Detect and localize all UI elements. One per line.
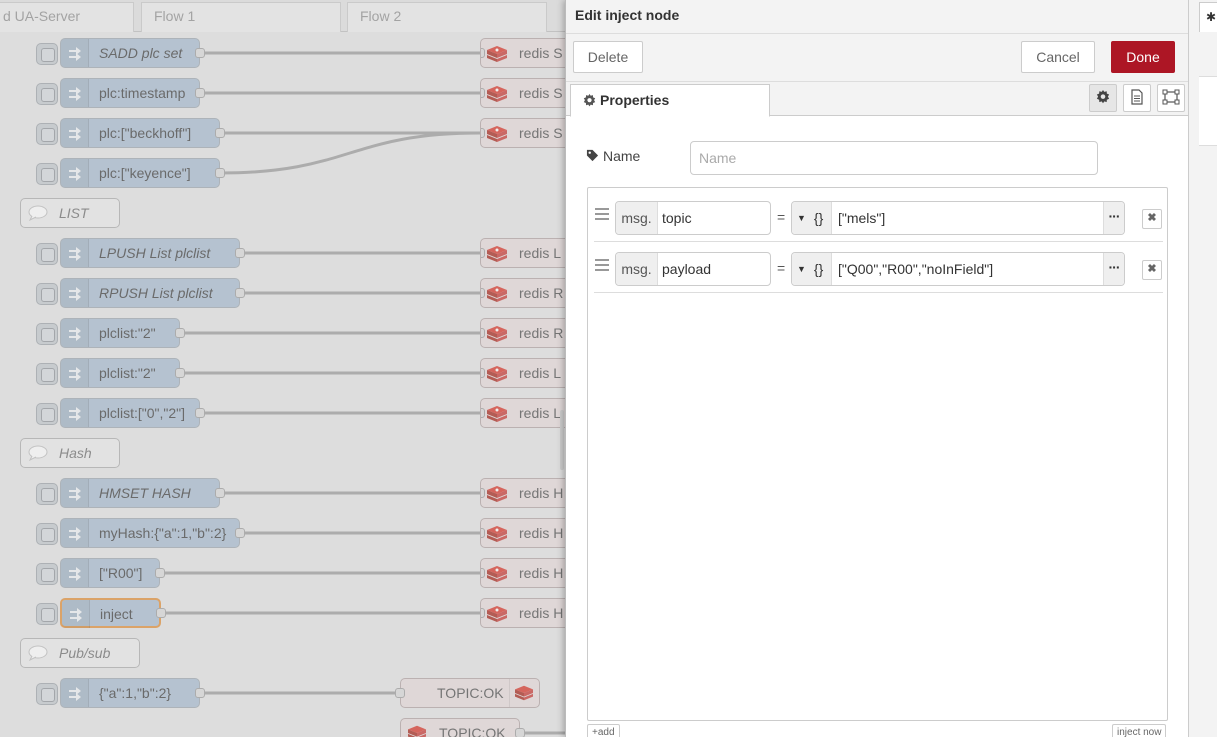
expand-editor-button[interactable]: ···: [1103, 202, 1124, 234]
tray-title: Edit inject node: [575, 7, 680, 23]
node-description-button[interactable]: [1123, 84, 1151, 112]
remove-property-button[interactable]: ✖: [1142, 209, 1162, 229]
close-icon: ✖: [1147, 212, 1157, 224]
property-row: msg. topic = ▼ {} ["mels"] ··· ✖: [594, 192, 1163, 242]
tray-toolbar: Delete Cancel Done: [566, 34, 1189, 82]
property-value-input[interactable]: ▼ {} ["mels"] ···: [791, 201, 1125, 235]
tab-properties[interactable]: Properties: [570, 84, 770, 117]
appearance-icon: [1162, 89, 1180, 108]
add-label: add: [597, 727, 615, 737]
msg-prefix: msg.: [616, 202, 658, 234]
gear-icon: [1096, 89, 1110, 107]
inject-now-button[interactable]: inject now: [1112, 724, 1167, 737]
caret-down-icon: ▼: [797, 264, 806, 274]
sidebar-tab[interactable]: ✱: [1199, 2, 1217, 32]
type-label: {}: [813, 261, 824, 277]
add-property-button[interactable]: +add: [587, 724, 620, 737]
msg-prefix: msg.: [616, 253, 658, 285]
node-settings-button[interactable]: [1089, 84, 1117, 112]
equals-sign: =: [777, 209, 786, 225]
workspace-overlay: [0, 0, 565, 737]
tab-properties-label: Properties: [600, 92, 670, 108]
name-label: Name: [603, 148, 641, 164]
panel-resize-handle[interactable]: [560, 410, 564, 470]
property-list: msg. topic = ▼ {} ["mels"] ··· ✖ msg. pay…: [587, 187, 1168, 721]
caret-down-icon: ▼: [797, 213, 806, 223]
property-value: ["mels"]: [838, 210, 886, 226]
tray-tabs: Properties: [566, 82, 1189, 117]
document-icon: [1130, 88, 1144, 108]
edit-tray: Edit inject node Delete Cancel Done Prop…: [565, 0, 1189, 737]
type-label: {}: [813, 210, 824, 226]
done-button[interactable]: Done: [1111, 41, 1175, 73]
flow-workspace[interactable]: d UA-Server Flow 1 Flow 2 SADD plc set p…: [0, 0, 565, 737]
name-field-label: Name: [586, 148, 640, 165]
right-sidebar: ✱ 11 m ": [1188, 0, 1217, 737]
tray-header: Edit inject node: [566, 0, 1189, 34]
property-key: topic: [662, 210, 692, 226]
close-icon: ✖: [1147, 263, 1157, 275]
type-select[interactable]: ▼ {}: [792, 253, 832, 285]
remove-property-button[interactable]: ✖: [1142, 260, 1162, 280]
equals-sign: =: [777, 260, 786, 276]
property-key-input[interactable]: msg. payload: [615, 252, 771, 286]
cancel-button[interactable]: Cancel: [1021, 41, 1095, 73]
tag-icon: [586, 149, 599, 165]
expand-editor-button[interactable]: ···: [1103, 253, 1124, 285]
node-appearance-button[interactable]: [1157, 84, 1185, 112]
name-input[interactable]: [690, 141, 1098, 175]
drag-handle-icon[interactable]: [595, 208, 609, 223]
property-key: payload: [662, 261, 712, 277]
property-row: msg. payload = ▼ {} ["Q00","R00","noInFie…: [594, 243, 1163, 293]
property-value: ["Q00","R00","noInField"]: [838, 261, 994, 277]
property-value-input[interactable]: ▼ {} ["Q00","R00","noInField"] ···: [791, 252, 1125, 286]
drag-handle-icon[interactable]: [595, 259, 609, 274]
delete-button[interactable]: Delete: [573, 41, 643, 73]
type-select[interactable]: ▼ {}: [792, 202, 832, 234]
property-key-input[interactable]: msg. topic: [615, 201, 771, 235]
debug-message: 11 m ": [1199, 76, 1217, 146]
gear-icon: [583, 87, 596, 117]
